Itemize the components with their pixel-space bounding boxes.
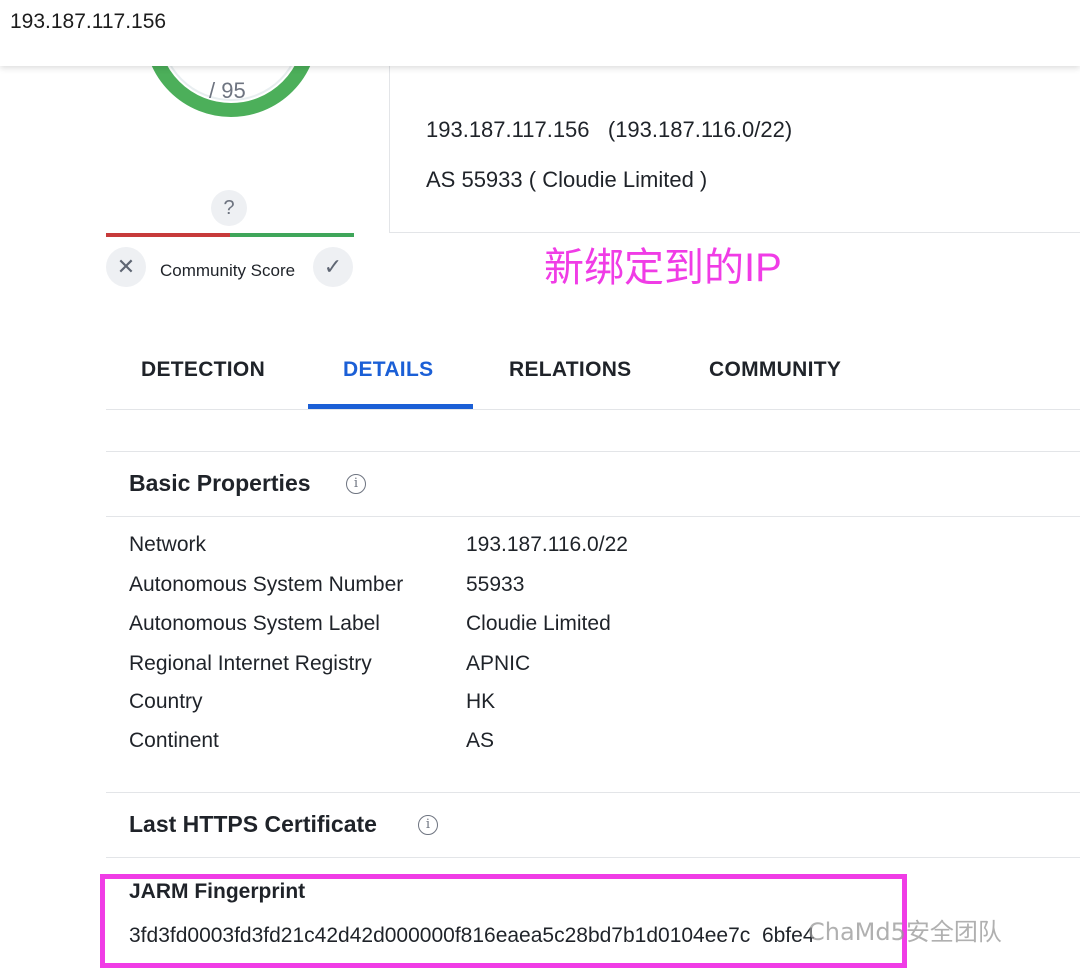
prop-key-country: Country	[129, 690, 203, 713]
prop-key-continent: Continent	[129, 729, 219, 752]
score-bar-malicious	[106, 233, 230, 237]
divider	[106, 857, 1080, 858]
prop-key-as-label: Autonomous System Label	[129, 612, 380, 635]
info-icon[interactable]: i	[346, 474, 366, 494]
search-input[interactable]: 193.187.117.156	[10, 10, 166, 34]
tab-community[interactable]: COMMUNITY	[709, 358, 841, 382]
community-score-value: ?	[211, 190, 247, 226]
tab-divider	[106, 409, 1080, 410]
tab-details[interactable]: DETAILS	[343, 358, 433, 382]
prop-value-asn: 55933	[466, 573, 525, 596]
divider	[106, 792, 1080, 793]
community-score-label: Community Score	[160, 261, 296, 280]
prop-value-registry: APNIC	[466, 652, 531, 675]
prop-key-network: Network	[129, 533, 207, 556]
vote-malicious-button[interactable]: ✕	[106, 247, 146, 287]
basic-properties-title: Basic Properties	[129, 470, 311, 496]
vote-harmless-button[interactable]: ✓	[313, 247, 353, 287]
prop-value-as-label: Cloudie Limited	[466, 612, 611, 635]
prop-value-country: HK	[466, 690, 496, 713]
score-bar-harmless	[230, 233, 354, 237]
search-bar[interactable]: 193.187.117.156	[0, 0, 1080, 66]
score-denominator: / 95	[209, 78, 246, 103]
prop-value-continent: AS	[466, 729, 495, 752]
tab-relations[interactable]: RELATIONS	[509, 358, 631, 382]
prop-value-network: 193.187.116.0/22	[466, 533, 628, 556]
annotation-highlight-box	[100, 874, 907, 968]
prop-key-asn: Autonomous System Number	[129, 573, 404, 596]
annotation-text: 新绑定到的IP	[544, 246, 782, 290]
summary-as: AS 55933 ( Cloudie Limited )	[426, 167, 708, 192]
summary-card	[389, 60, 1080, 233]
tab-detection[interactable]: DETECTION	[141, 358, 265, 382]
divider	[106, 451, 1080, 452]
watermark-text: ChaMd5安全团队	[808, 918, 1002, 946]
prop-key-registry: Regional Internet Registry	[129, 652, 372, 675]
info-icon[interactable]: i	[418, 815, 438, 835]
divider	[106, 516, 1080, 517]
https-certificate-title: Last HTTPS Certificate	[129, 811, 377, 837]
summary-ip-network: 193.187.117.156 (193.187.116.0/22)	[426, 117, 793, 142]
